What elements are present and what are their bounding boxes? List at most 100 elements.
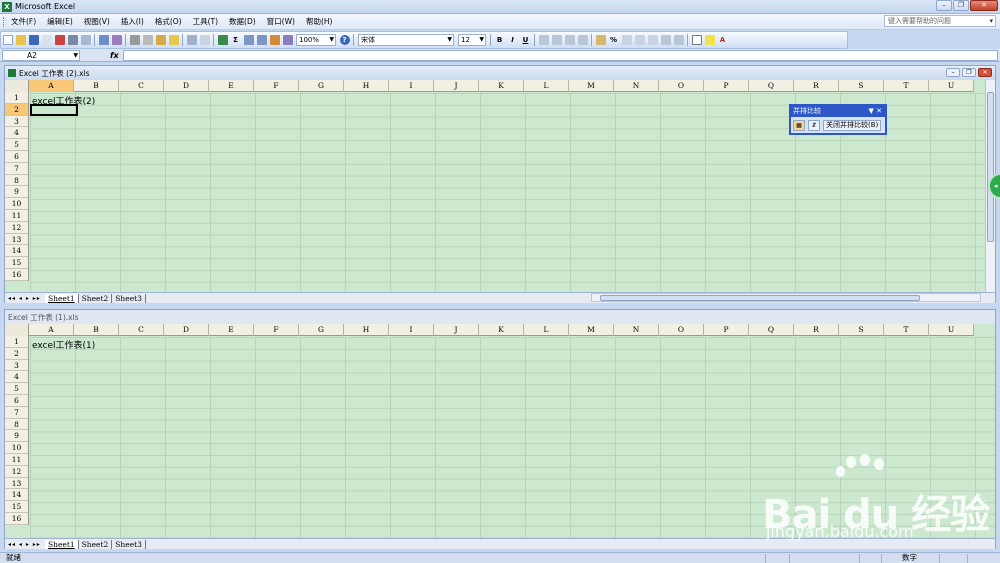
zoom-select[interactable]: 100% ▼ (296, 34, 336, 46)
align-left-icon[interactable] (538, 35, 549, 45)
column-header[interactable]: S (839, 80, 884, 92)
row-header[interactable]: 12 (5, 222, 28, 234)
minimize-button[interactable]: – (946, 68, 960, 77)
formula-input[interactable] (122, 49, 998, 61)
column-header[interactable]: P (704, 324, 749, 336)
restore-button[interactable]: ❐ (962, 68, 976, 77)
cell-a1[interactable]: excel工作表(1) (32, 338, 95, 351)
print-icon[interactable] (67, 35, 78, 45)
column-header[interactable]: I (389, 80, 434, 92)
row-header[interactable]: 10 (5, 198, 28, 210)
column-header[interactable]: G (299, 80, 344, 92)
menu-window[interactable]: 窗口(W) (266, 15, 296, 28)
row-header[interactable]: 5 (5, 383, 28, 395)
row-header[interactable]: 12 (5, 466, 28, 478)
help-search-input[interactable]: 键入需要帮助的问题 ▾ (884, 15, 996, 27)
column-header[interactable]: L (524, 324, 569, 336)
menu-data[interactable]: 数据(D) (228, 15, 257, 28)
row-header[interactable]: 7 (5, 407, 28, 419)
column-header[interactable]: A (29, 324, 74, 336)
compare-toolbar-header[interactable]: 并排比较 ▼ ✕ (791, 106, 885, 117)
column-header[interactable]: M (569, 324, 614, 336)
column-header[interactable]: C (119, 80, 164, 92)
save-icon[interactable] (28, 35, 39, 45)
row-header[interactable]: 4 (5, 127, 28, 140)
menu-tools[interactable]: 工具(T) (192, 15, 219, 28)
column-header[interactable]: O (659, 324, 704, 336)
column-header[interactable]: O (659, 80, 704, 92)
tab-sheet2[interactable]: Sheet2 (79, 539, 113, 549)
tab-sheet3[interactable]: Sheet3 (112, 539, 146, 549)
scroll-thumb[interactable] (600, 295, 920, 301)
merge-center-icon[interactable] (577, 35, 588, 45)
fx-icon[interactable]: fx (110, 51, 119, 60)
column-header[interactable]: E (209, 80, 254, 92)
column-header[interactable]: P (704, 80, 749, 92)
row-header[interactable]: 8 (5, 175, 28, 187)
drawing-icon[interactable] (282, 35, 293, 45)
column-header[interactable]: R (794, 80, 839, 92)
column-header[interactable]: D (164, 324, 209, 336)
cut-icon[interactable] (129, 35, 140, 45)
row-header[interactable]: 15 (5, 501, 28, 513)
print-preview-icon[interactable] (80, 35, 91, 45)
name-box[interactable]: A2 ▼ (2, 49, 80, 61)
underline-button[interactable]: U (521, 35, 531, 45)
redo-icon[interactable] (199, 35, 210, 45)
row-header[interactable]: 4 (5, 371, 28, 384)
row-header[interactable]: 1 (5, 92, 28, 104)
row-header[interactable]: 3 (5, 116, 28, 128)
research-icon[interactable] (111, 35, 122, 45)
close-compare-button[interactable]: 关闭并排比较(B) (823, 119, 882, 131)
menu-file[interactable]: 文件(F) (10, 15, 37, 28)
menu-help[interactable]: 帮助(H) (305, 15, 334, 28)
row-header[interactable]: 13 (5, 234, 28, 246)
minimize-button[interactable]: – (936, 0, 952, 11)
column-header[interactable]: H (344, 80, 389, 92)
row-header[interactable]: 11 (5, 210, 28, 222)
column-header[interactable]: H (344, 324, 389, 336)
column-header[interactable]: N (614, 324, 659, 336)
active-cell-a2[interactable] (30, 104, 78, 116)
increase-decimal-icon[interactable] (634, 35, 645, 45)
column-header[interactable]: L (524, 80, 569, 92)
font-color-icon[interactable]: A (718, 35, 728, 45)
menu-format[interactable]: 格式(O) (154, 15, 183, 28)
bold-button[interactable]: B (495, 35, 505, 45)
column-header[interactable]: T (884, 80, 929, 92)
row-header[interactable]: 10 (5, 442, 28, 454)
column-header[interactable]: R (794, 324, 839, 336)
column-header[interactable]: S (839, 324, 884, 336)
font-name-select[interactable]: 宋体 ▼ (358, 34, 454, 46)
reset-window-position-icon[interactable]: ⇵ (808, 119, 820, 131)
column-header[interactable]: E (209, 324, 254, 336)
paste-icon[interactable] (155, 35, 166, 45)
column-header[interactable]: J (434, 324, 479, 336)
row-header[interactable]: 9 (5, 430, 28, 443)
column-header[interactable]: F (254, 80, 299, 92)
percent-icon[interactable]: % (609, 35, 619, 45)
column-header[interactable]: G (299, 324, 344, 336)
tab-sheet2[interactable]: Sheet2 (79, 293, 113, 303)
row-header[interactable]: 6 (5, 395, 28, 407)
row-header[interactable]: 14 (5, 245, 28, 258)
column-header[interactable]: Q (749, 324, 794, 336)
tab-sheet3[interactable]: Sheet3 (112, 293, 146, 303)
close-button[interactable]: ✕ (970, 0, 998, 11)
spelling-icon[interactable] (98, 35, 109, 45)
row-header[interactable]: 16 (5, 269, 28, 281)
decrease-decimal-icon[interactable] (647, 35, 658, 45)
permission-icon[interactable] (41, 35, 52, 45)
hyperlink-icon[interactable] (217, 35, 228, 45)
row-header[interactable]: 15 (5, 257, 28, 269)
row-header[interactable]: 1 (5, 336, 28, 348)
help-icon[interactable]: ? (339, 35, 350, 45)
column-header[interactable]: U (929, 324, 974, 336)
row-header[interactable]: 3 (5, 360, 28, 372)
menu-view[interactable]: 视图(V) (83, 15, 111, 28)
row-header[interactable]: 14 (5, 489, 28, 502)
increase-indent-icon[interactable] (673, 35, 684, 45)
row-header[interactable]: 11 (5, 454, 28, 466)
decrease-indent-icon[interactable] (660, 35, 671, 45)
copy-icon[interactable] (142, 35, 153, 45)
